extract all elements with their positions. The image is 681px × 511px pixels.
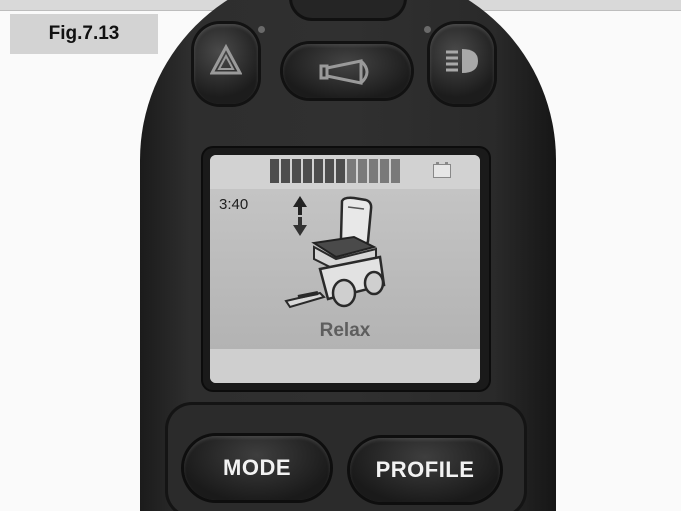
controller-photo: 3:40 Relax MODE PROFILE Fig.7.13	[0, 0, 681, 511]
lcd-display: 3:40 Relax	[210, 155, 480, 383]
hazard-indicator-led	[258, 26, 265, 33]
hazard-triangle-icon	[210, 44, 242, 76]
hazard-button[interactable]	[194, 24, 258, 104]
battery-icon	[433, 162, 451, 178]
speed-bar-segment	[380, 159, 389, 183]
mode-name-label: Relax	[319, 320, 371, 341]
speed-bar-segment	[292, 159, 301, 183]
speed-bar-segment	[336, 159, 345, 183]
speed-bar-segment	[303, 159, 312, 183]
wheelchair-seat-icon	[284, 195, 400, 315]
headlight-icon	[442, 46, 482, 76]
lights-button[interactable]	[430, 24, 494, 104]
horn-button[interactable]	[283, 44, 411, 98]
speed-bar-segment	[270, 159, 279, 183]
profile-button[interactable]: PROFILE	[350, 438, 500, 502]
display-bottom-bar	[210, 349, 480, 383]
speed-bar-segment	[314, 159, 323, 183]
speed-bar-segment	[281, 159, 290, 183]
speed-bar-segment	[347, 159, 356, 183]
speed-bar-segment	[391, 159, 400, 183]
speed-bar-segment	[325, 159, 334, 183]
timer-readout: 3:40	[219, 196, 249, 213]
figure-label: Fig.7.13	[10, 14, 158, 54]
joystick-neck	[292, 0, 404, 18]
horn-icon	[317, 56, 377, 86]
speed-bar-segment	[369, 159, 378, 183]
speed-bar-segment	[358, 159, 367, 183]
mode-button[interactable]: MODE	[184, 436, 330, 500]
lights-indicator-led	[424, 26, 431, 33]
